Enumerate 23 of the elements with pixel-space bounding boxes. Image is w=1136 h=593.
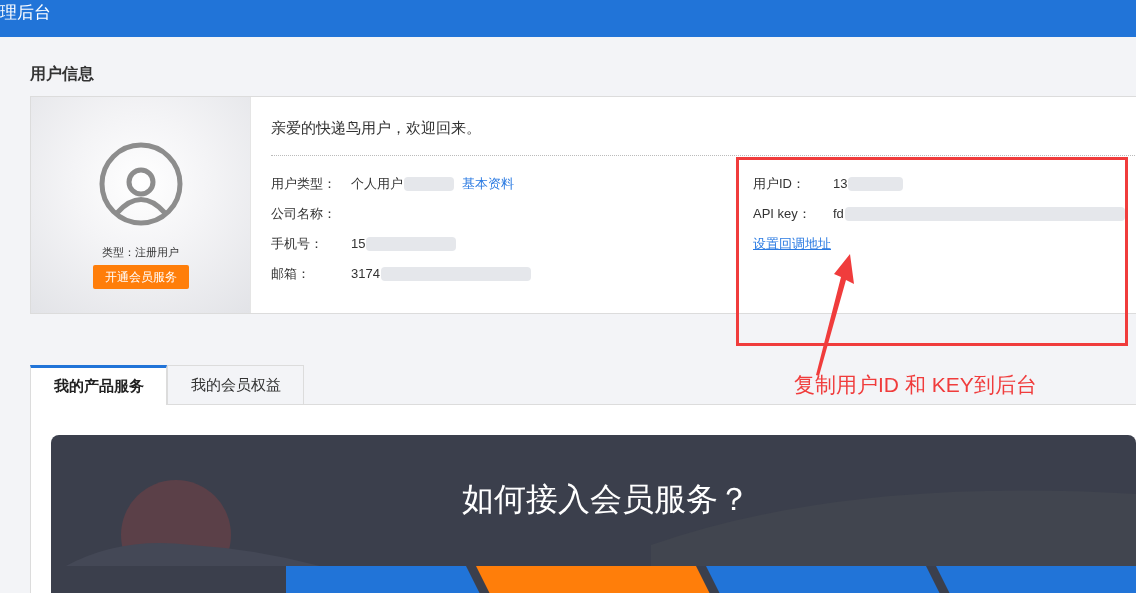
tab[interactable]: 我的会员权益 <box>167 365 304 405</box>
field-label: 邮箱： <box>271 265 311 284</box>
field-label: 公司名称： <box>271 205 337 224</box>
user-type-label: 类型：注册用户 <box>102 245 179 260</box>
app-title: 理后台 <box>0 1 51 24</box>
avatar-icon <box>98 142 183 226</box>
field-value: 3174 <box>351 265 380 284</box>
banner-title: 如何接入会员服务？ <box>462 480 750 519</box>
field-value: 15 <box>351 235 366 254</box>
field-label: 手机号： <box>271 235 324 254</box>
welcome-text: 亲爱的快递鸟用户，欢迎回来。 <box>271 118 481 138</box>
field-value: 13 <box>833 175 848 194</box>
field-label: API key： <box>753 205 812 224</box>
upgrade-button[interactable]: 开通会员服务 <box>92 264 189 289</box>
field-label: 用户类型： <box>271 175 337 194</box>
field-value: 个人用户 <box>351 175 403 194</box>
basic-info-link[interactable]: 基本资料 <box>462 174 514 194</box>
tab[interactable]: 我的产品服务 <box>30 365 167 405</box>
field-value: fd <box>833 205 844 224</box>
callback-url-link[interactable]: 设置回调地址 <box>753 234 831 254</box>
field-label: 用户ID： <box>753 175 806 194</box>
annotation-text: 复制用户ID 和 KEY到后台 <box>794 372 1037 398</box>
section-title: 用户信息 <box>30 64 94 84</box>
